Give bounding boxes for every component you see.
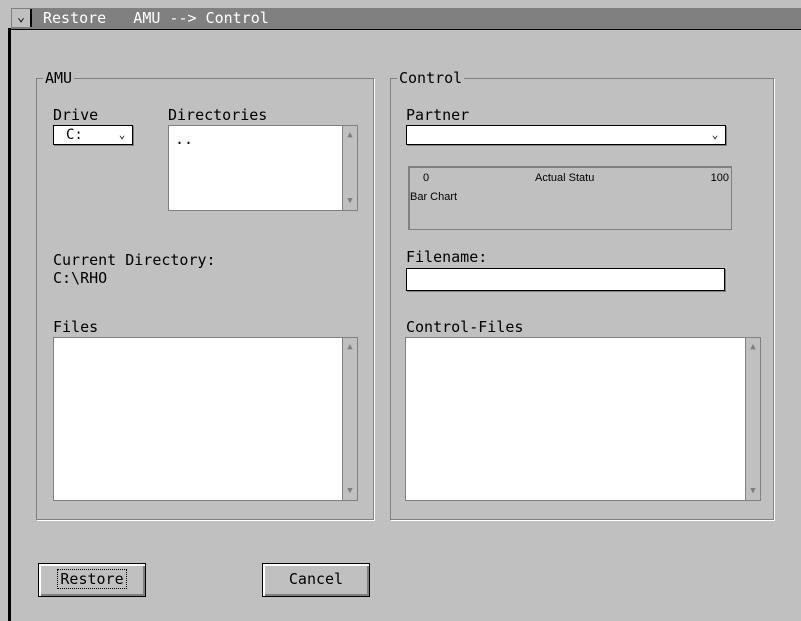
partner-select[interactable]: ⌄ [406,125,726,145]
system-menu-icon[interactable]: ⌄ [12,9,32,27]
scroll-up-icon[interactable]: ▲ [343,339,357,355]
directories-list[interactable]: .. ▲ ▼ [168,125,358,211]
current-directory-value: C:\RHO [53,269,108,287]
directories-scrollbar[interactable]: ▲ ▼ [342,126,357,210]
control-files-scrollbar[interactable]: ▲ ▼ [745,338,760,500]
drive-value: C: [66,127,83,143]
scroll-down-icon[interactable]: ▼ [746,483,760,499]
cancel-button[interactable]: Cancel [262,563,370,597]
files-list[interactable]: ▲ ▼ [53,337,358,501]
partner-label: Partner [406,106,470,124]
bar-chart-min-label: 0 [423,172,430,184]
amu-group-legend: AMU [43,69,75,87]
files-label: Files [53,318,99,336]
control-files-list[interactable]: ▲ ▼ [405,337,761,501]
chevron-down-icon: ⌄ [17,10,25,25]
bar-chart-title: Actual Statu [535,172,595,184]
bar-chart-slider: 0 Actual Statu 100 Bar Chart [408,166,732,230]
drive-select[interactable]: C: ⌄ [53,125,133,145]
scroll-up-icon[interactable]: ▲ [343,127,357,143]
control-group-legend: Control [397,69,465,87]
window-left-edge [8,28,11,621]
files-scrollbar[interactable]: ▲ ▼ [342,338,357,500]
filename-label: Filename: [406,248,488,266]
partner-dropdown-icon[interactable]: ⌄ [707,127,723,143]
drive-dropdown-icon[interactable]: ⌄ [114,127,130,143]
window-title: Restore AMU --> Control [43,9,269,27]
directories-label: Directories [168,106,268,124]
control-files-label: Control-Files [406,318,524,336]
restore-dialog: ⌄ Restore AMU --> Control AMU Drive C: ⌄… [0,0,801,621]
bar-chart-max-label: 100 [710,172,729,184]
directory-item[interactable]: .. [175,130,193,148]
drive-label: Drive [53,106,99,124]
scroll-down-icon[interactable]: ▼ [343,483,357,499]
current-directory-label: Current Directory: [53,251,216,269]
restore-button[interactable]: Restore [38,563,146,597]
scroll-down-icon[interactable]: ▼ [343,193,357,209]
scroll-up-icon[interactable]: ▲ [746,339,760,355]
restore-button-label: Restore [57,569,127,589]
filename-input[interactable] [406,268,725,291]
bar-chart-caption: Bar Chart [410,191,458,203]
cancel-button-label: Cancel [288,570,344,588]
title-bar[interactable]: ⌄ Restore AMU --> Control [11,8,801,30]
